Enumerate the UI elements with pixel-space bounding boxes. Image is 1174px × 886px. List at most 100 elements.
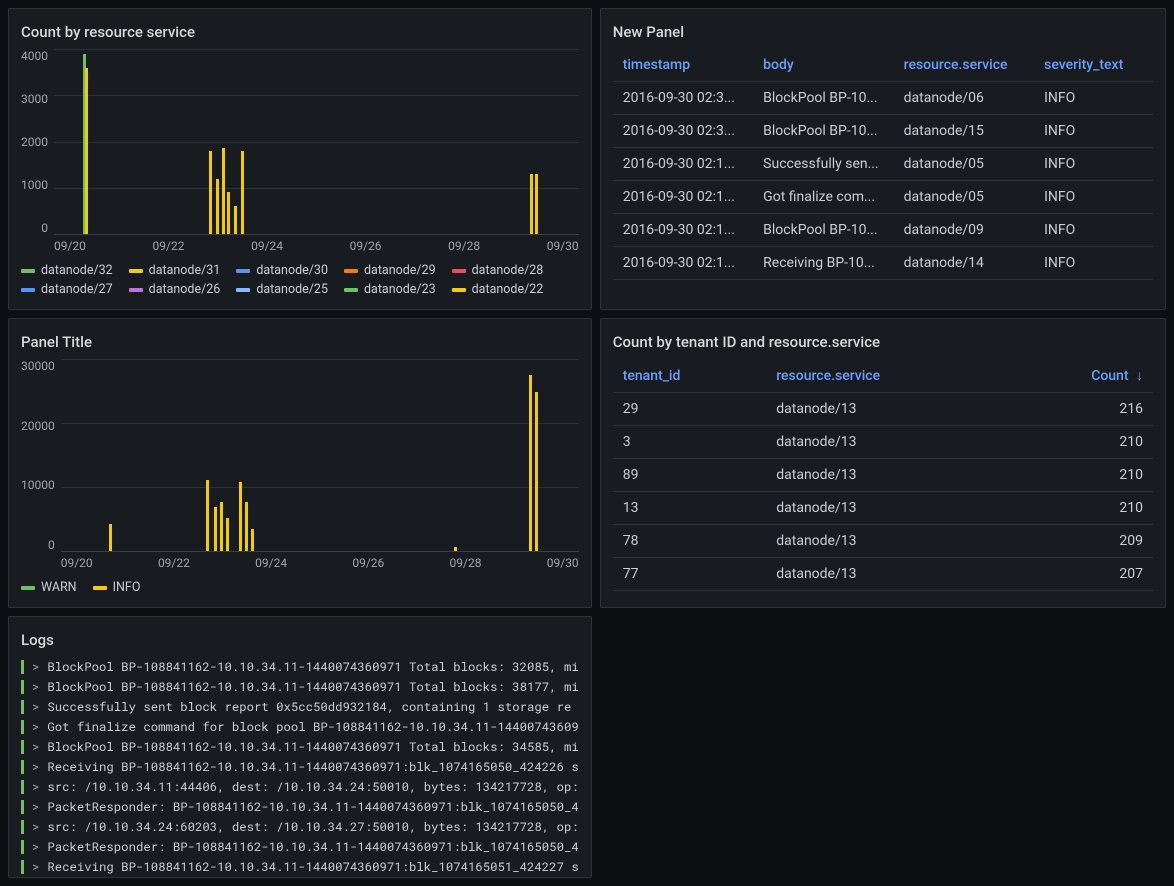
x-tick: 09/26 [350,239,382,253]
cell-severity: INFO [1034,181,1153,214]
col-service[interactable]: resource.service [766,359,1011,393]
expand-caret-icon[interactable]: > [32,757,39,777]
panel-new-panel[interactable]: New Panel timestamp body resource.servic… [600,8,1166,310]
legend-swatch [452,269,466,273]
cell-service: datanode/09 [894,214,1034,247]
plot[interactable] [54,49,579,235]
logs-body[interactable]: >BlockPool BP-108841162-10.10.34.11-1440… [21,657,579,877]
table-row[interactable]: 2016-09-30 02:1...BlockPool BP-10...data… [613,214,1153,247]
expand-caret-icon[interactable]: > [32,697,39,717]
log-row[interactable]: >Receiving BP-108841162-10.10.34.11-1440… [21,857,579,877]
table-row[interactable]: 13datanode/13210 [613,492,1153,525]
legend-label: datanode/28 [472,263,544,278]
severity-bar [21,800,24,814]
legend-item[interactable]: datanode/29 [344,263,436,278]
cell-timestamp: 2016-09-30 02:1... [613,148,753,181]
table-row[interactable]: 2016-09-30 02:1...Receiving BP-10...data… [613,247,1153,280]
col-count[interactable]: Count ↓ [1011,359,1153,393]
expand-caret-icon[interactable]: > [32,797,39,817]
log-row[interactable]: >src: /10.10.34.24:60203, dest: /10.10.3… [21,817,579,837]
log-row[interactable]: >Successfully sent block report 0x5cc50d… [21,697,579,717]
data-spike [220,502,223,551]
cell-severity: INFO [1034,82,1153,115]
data-spike [535,174,538,234]
log-row[interactable]: >src: /10.10.34.11:44406, dest: /10.10.3… [21,777,579,797]
expand-caret-icon[interactable]: > [32,737,39,757]
legend-item[interactable]: WARN [21,580,77,595]
legend-item[interactable]: datanode/26 [129,282,221,297]
cell-severity: INFO [1034,148,1153,181]
panel-logs[interactable]: Logs >BlockPool BP-108841162-10.10.34.11… [8,616,592,878]
legend: datanode/32 datanode/31 datanode/30 datanod… [21,253,579,297]
expand-caret-icon[interactable]: > [32,817,39,837]
col-tenant-id[interactable]: tenant_id [613,359,767,393]
expand-caret-icon[interactable]: > [32,857,39,877]
log-row[interactable]: >PacketResponder: BP-108841162-10.10.34.… [21,797,579,817]
table-row[interactable]: 89datanode/13210 [613,459,1153,492]
plot[interactable] [61,359,579,552]
cell-service: datanode/14 [894,247,1034,280]
data-spike [241,151,244,234]
severity-bar [21,780,24,794]
severity-bar [21,740,24,754]
expand-caret-icon[interactable]: > [32,677,39,697]
table-row[interactable]: 78datanode/13209 [613,525,1153,558]
log-row[interactable]: >Receiving BP-108841162-10.10.34.11-1440… [21,757,579,777]
log-row[interactable]: >BlockPool BP-108841162-10.10.34.11-1440… [21,657,579,677]
x-tick: 09/30 [547,239,579,253]
legend-item[interactable]: datanode/27 [21,282,113,297]
legend-item[interactable]: datanode/22 [452,282,544,297]
cell-body: BlockPool BP-10... [753,82,893,115]
panel-count-tenant[interactable]: Count by tenant ID and resource.service … [600,318,1166,608]
legend-item[interactable]: datanode/23 [344,282,436,297]
chart-area: 3000020000100000 09/2009/2209/2409/2609/… [21,359,579,570]
legend-item[interactable]: datanode/25 [236,282,328,297]
severity-bar [21,760,24,774]
panel-count-by-service[interactable]: Count by resource service 40003000200010… [8,8,592,310]
severity-bar [21,860,24,874]
y-tick: 30000 [21,359,55,373]
y-axis: 3000020000100000 [21,359,61,570]
col-timestamp[interactable]: timestamp [613,49,753,82]
log-row[interactable]: >BlockPool BP-108841162-10.10.34.11-1440… [21,737,579,757]
table-row[interactable]: 2016-09-30 02:1...Got finalize com...dat… [613,181,1153,214]
cell-timestamp: 2016-09-30 02:3... [613,115,753,148]
table-row[interactable]: 3datanode/13210 [613,426,1153,459]
legend-item[interactable]: datanode/32 [21,263,113,278]
data-spike [227,192,230,234]
panel-panel-title[interactable]: Panel Title 3000020000100000 09/2009/220… [8,318,592,608]
cell-body: Got finalize com... [753,181,893,214]
legend-item[interactable]: INFO [93,580,141,595]
cell-count: 210 [1011,426,1153,459]
legend-item[interactable]: datanode/30 [236,263,328,278]
data-spike [222,148,225,234]
legend-swatch [21,586,35,590]
expand-caret-icon[interactable]: > [32,717,39,737]
col-service[interactable]: resource.service [894,49,1034,82]
expand-caret-icon[interactable]: > [32,657,39,677]
cell-count: 210 [1011,459,1153,492]
table-row[interactable]: 2016-09-30 02:1...Successfully sen...dat… [613,148,1153,181]
legend-swatch [344,269,358,273]
log-row[interactable]: >Got finalize command for block pool BP-… [21,717,579,737]
table-row[interactable]: 2016-09-30 02:3...BlockPool BP-10...data… [613,82,1153,115]
cell-tenant-id: 13 [613,492,767,525]
panel-title: Logs [21,625,579,657]
col-body[interactable]: body [753,49,893,82]
col-severity[interactable]: severity_text [1034,49,1153,82]
legend-item[interactable]: datanode/31 [129,263,221,278]
data-spike [216,179,219,235]
cell-service: datanode/13 [766,393,1011,426]
cell-service: datanode/06 [894,82,1034,115]
expand-caret-icon[interactable]: > [32,777,39,797]
expand-caret-icon[interactable]: > [32,837,39,857]
table-row[interactable]: 29datanode/13216 [613,393,1153,426]
table-row[interactable]: 2016-09-30 02:3...BlockPool BP-10...data… [613,115,1153,148]
legend-swatch [93,586,107,590]
log-row[interactable]: >BlockPool BP-108841162-10.10.34.11-1440… [21,677,579,697]
legend-item[interactable]: datanode/28 [452,263,544,278]
log-table: timestamp body resource.service severity… [613,49,1153,280]
log-row[interactable]: >PacketResponder: BP-108841162-10.10.34.… [21,837,579,857]
panel-title: Count by resource service [21,17,579,49]
table-row[interactable]: 77datanode/13207 [613,558,1153,591]
